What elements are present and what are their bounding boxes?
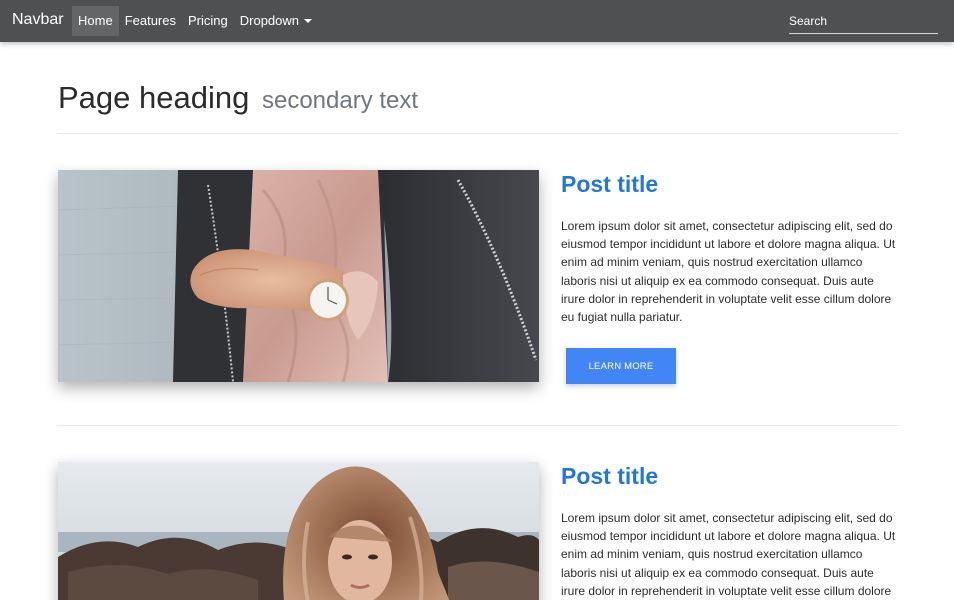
page-heading-secondary: secondary text — [261, 87, 419, 114]
nav-item-pricing[interactable]: Pricing — [182, 6, 234, 36]
page-heading: Page heading secondary text — [58, 80, 418, 116]
divider — [57, 133, 899, 134]
page-heading-text: Page heading — [58, 80, 250, 115]
nav-item-dropdown-label: Dropdown — [239, 13, 300, 28]
post-image-watch — [58, 170, 539, 382]
post-title[interactable]: Post title — [561, 171, 658, 198]
nav-menu: Home Features Pricing Dropdown — [72, 6, 318, 36]
learn-more-button[interactable]: LEARN MORE — [566, 348, 676, 384]
woman-wristwatch-photo — [58, 170, 539, 382]
divider — [57, 425, 899, 426]
navbar: Navbar Home Features Pricing Dropdown — [0, 0, 954, 42]
nav-item-home[interactable]: Home — [72, 6, 119, 36]
post-excerpt: Lorem ipsum dolor sit amet, consectetur … — [561, 511, 896, 598]
caret-down-icon — [304, 18, 313, 23]
post-title[interactable]: Post title — [561, 463, 658, 490]
nav-item-features[interactable]: Features — [119, 6, 182, 36]
post-excerpt: Lorem ipsum dolor sit amet, consectetur … — [561, 219, 896, 325]
search-input[interactable] — [789, 9, 938, 33]
woman-portrait-beach-photo — [58, 462, 539, 600]
navbar-brand[interactable]: Navbar — [12, 11, 64, 29]
nav-item-dropdown[interactable]: Dropdown — [234, 6, 318, 36]
post-image-portrait — [58, 462, 539, 600]
search-field — [789, 9, 938, 34]
